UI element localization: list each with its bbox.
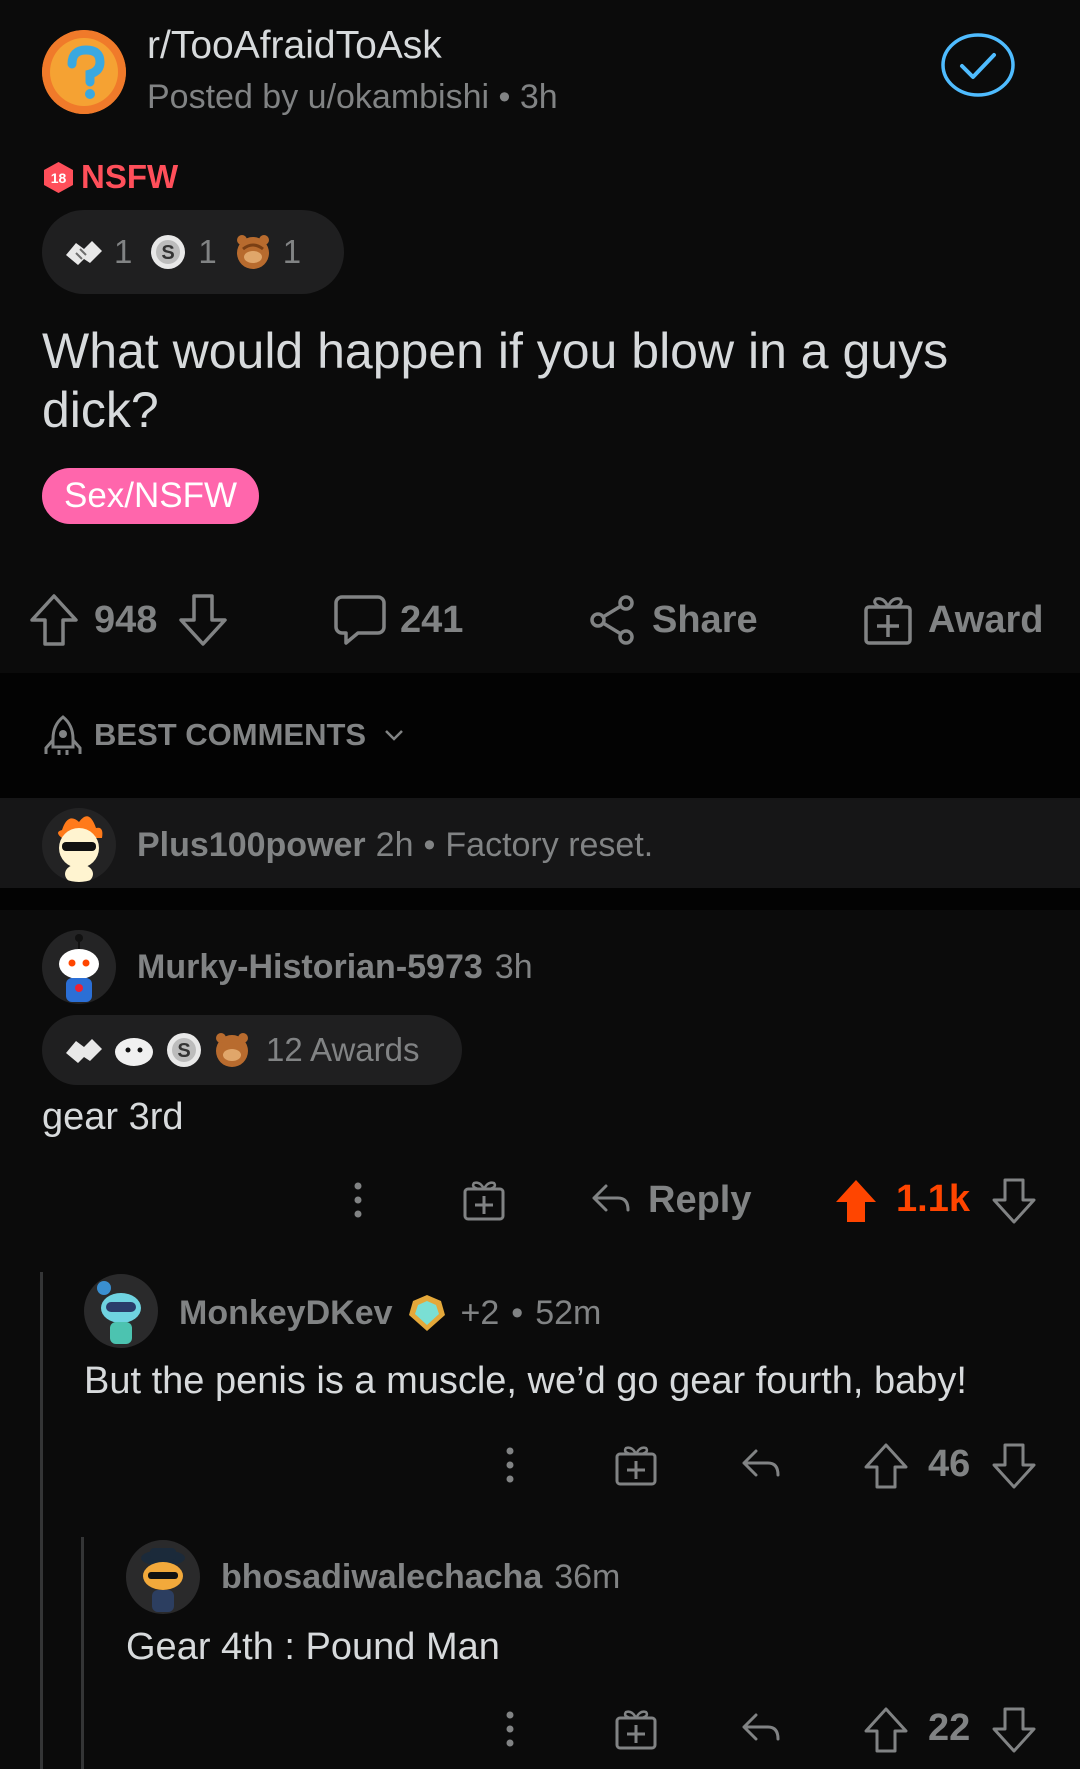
handshake-award-icon	[66, 1039, 102, 1063]
handshake-award-icon	[66, 241, 102, 265]
snoo-avatar-icon	[59, 934, 99, 1002]
downvote-arrow-icon[interactable]	[992, 1178, 1036, 1224]
post-flair[interactable]: Sex/NSFW	[42, 468, 260, 524]
more-options-icon[interactable]	[502, 1709, 518, 1749]
facepalm-bear-award-icon	[236, 235, 269, 269]
extra-awards[interactable]: +2	[461, 1294, 500, 1333]
more-options-icon[interactable]	[502, 1445, 518, 1485]
comment-action-bar: Reply 1.1k	[340, 1170, 1060, 1230]
posted-by-user[interactable]: Posted by u/okambishi	[147, 78, 489, 116]
upvote-arrow-icon[interactable]	[864, 1443, 908, 1489]
award-facepalm: 1	[233, 231, 301, 273]
username[interactable]: bhosadiwalechacha	[221, 1558, 542, 1597]
post-action-bar: 948 241 Share Award	[0, 585, 1080, 655]
reply-arrow-icon[interactable]	[740, 1711, 782, 1747]
comment-header: MonkeyDKev +2 • 52m	[179, 1292, 601, 1334]
check-icon	[941, 33, 1015, 97]
comment-score: 22	[928, 1707, 971, 1749]
share-button[interactable]: Share	[588, 585, 758, 655]
post-score: 948	[94, 598, 158, 641]
upvoted-arrow-icon[interactable]	[834, 1178, 878, 1224]
comment-age: 3h	[494, 948, 533, 986]
share-icon	[590, 595, 634, 645]
downvote-arrow-icon[interactable]	[992, 1443, 1036, 1489]
silver-award-icon: S	[167, 1033, 201, 1067]
thread-line[interactable]	[40, 1272, 43, 1769]
gift-award-icon[interactable]	[614, 1707, 658, 1751]
username[interactable]: MonkeyDKev	[179, 1294, 393, 1333]
snoo-avatar-icon	[58, 816, 103, 882]
snoo-avatar-icon	[97, 1281, 141, 1344]
comment-awards[interactable]: S 12 Awards	[42, 1015, 462, 1085]
reply-arrow-icon	[592, 1184, 630, 1212]
svg-text:S: S	[177, 1040, 190, 1062]
reply-arrow-icon[interactable]	[740, 1447, 782, 1483]
award-silver: S 1	[148, 232, 217, 272]
gift-award-icon	[864, 597, 912, 645]
comment-age: 36m	[554, 1558, 621, 1596]
svg-text:18: 18	[51, 170, 67, 186]
nsfw-tag: 18 NSFW	[42, 158, 178, 196]
avatar[interactable]	[126, 1540, 200, 1614]
avatar[interactable]	[84, 1274, 158, 1348]
avatar[interactable]	[42, 930, 116, 1004]
gift-award-icon[interactable]	[462, 1178, 506, 1222]
post-awards[interactable]: 1 S 1 1	[42, 210, 344, 294]
upvote-arrow-icon[interactable]	[864, 1707, 908, 1753]
comment-header: Murky-Historian-5973 3h	[137, 948, 533, 987]
avatar[interactable]	[42, 808, 116, 882]
post-age: 3h	[519, 78, 558, 116]
facepalm-bear-award-icon	[216, 1033, 248, 1067]
upvote-arrow-icon[interactable]	[28, 592, 80, 648]
helpful-award-icon[interactable]	[405, 1292, 449, 1334]
divider	[0, 888, 1080, 910]
username[interactable]: Plus100power	[137, 826, 366, 865]
award-handshake: 1	[62, 231, 132, 273]
comment-score: 46	[928, 1443, 971, 1485]
seal-award-icon	[115, 1038, 153, 1066]
downvote-arrow-icon[interactable]	[992, 1707, 1036, 1753]
subreddit-name[interactable]: r/TooAfraidToAsk	[147, 24, 442, 68]
vote-group: 948	[28, 585, 229, 655]
downvote-arrow-icon[interactable]	[177, 592, 229, 648]
rocket-icon	[44, 715, 82, 755]
comment-action-bar: 22	[490, 1699, 1060, 1759]
post-meta: Posted by u/okambishi • 3h	[147, 78, 558, 116]
comment-bubble-icon	[334, 595, 386, 645]
comment-count: 241	[400, 598, 464, 641]
collapsed-preview: Factory reset.	[445, 826, 654, 864]
share-label: Share	[652, 598, 758, 641]
comment-age: 52m	[535, 1293, 602, 1332]
comments-button[interactable]: 241	[334, 585, 463, 655]
nsfw-18-icon: 18	[44, 161, 73, 193]
svg-text:S: S	[162, 242, 175, 264]
comment-action-bar: 46	[490, 1435, 1060, 1495]
joined-check-button[interactable]	[940, 32, 1016, 98]
awards-count: 12 Awards	[266, 1031, 420, 1068]
post-title[interactable]: What would happen if you blow in a guys …	[42, 322, 1042, 440]
nsfw-label: NSFW	[81, 158, 179, 195]
silver-award-icon: S	[151, 235, 186, 269]
award-label: Award	[928, 598, 1044, 641]
thread-line[interactable]	[81, 1537, 84, 1769]
collapsed-comment-line: Plus100power 2h • Factory reset.	[137, 826, 654, 865]
reply-label: Reply	[648, 1178, 752, 1221]
comment-score: 1.1k	[896, 1178, 970, 1220]
sort-comments-dropdown[interactable]: BEST COMMENTS	[42, 714, 406, 756]
comment-body: gear 3rd	[42, 1096, 184, 1138]
chevron-down-icon	[385, 730, 404, 741]
comment-body: But the penis is a muscle, we’d go gear …	[84, 1360, 967, 1402]
subreddit-avatar[interactable]	[42, 30, 126, 114]
snoo-avatar-icon	[141, 1548, 185, 1612]
comment-age: 2h	[375, 826, 414, 864]
reply-button[interactable]: Reply	[590, 1170, 751, 1230]
sort-label: BEST COMMENTS	[94, 717, 367, 752]
more-options-icon[interactable]	[350, 1180, 366, 1220]
comment-header: bhosadiwalechacha 36m	[221, 1558, 620, 1597]
username[interactable]: Murky-Historian-5973	[137, 948, 483, 987]
gift-award-icon[interactable]	[614, 1443, 658, 1487]
comment-body: Gear 4th : Pound Man	[126, 1626, 500, 1668]
award-button[interactable]: Award	[862, 585, 1043, 655]
